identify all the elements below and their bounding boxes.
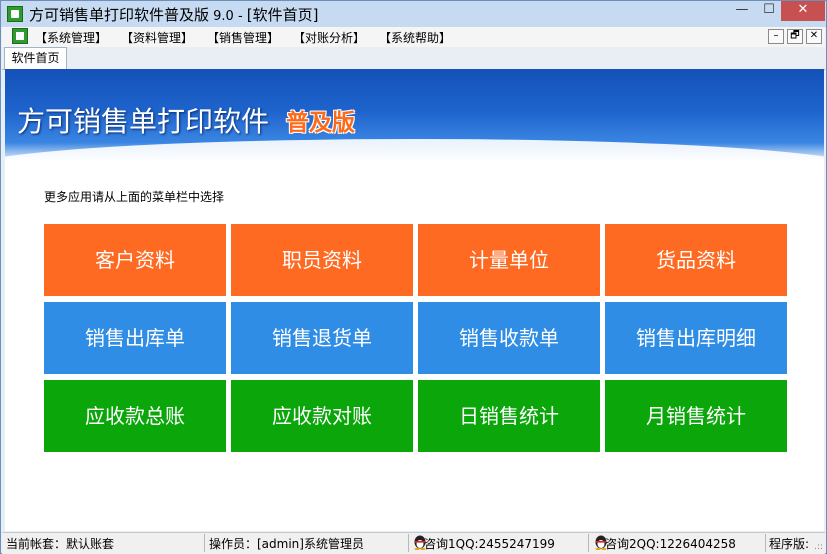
status-qq1[interactable]: 咨询1QQ:2455247199 — [424, 535, 555, 552]
banner: 方可销售单打印软件 普及版 — [5, 69, 824, 161]
menu-hint-text: 更多应用请从上面的菜单栏中选择 — [44, 190, 225, 204]
resize-grip-icon[interactable]: .:: — [814, 542, 823, 552]
minimize-button[interactable]: — — [729, 1, 755, 21]
mdi-close-button[interactable]: ✕ — [806, 29, 822, 44]
menu-sales-management[interactable]: 【销售管理】 — [207, 29, 279, 46]
tile-sales-return[interactable]: 销售退货单 — [231, 302, 413, 374]
tile-receivable-reconciliation[interactable]: 应收款对账 — [231, 380, 413, 452]
tile-goods-info[interactable]: 货品资料 — [605, 224, 787, 296]
window-doc-title: [软件首页] — [246, 6, 319, 24]
banner-edition: 普及版 — [286, 110, 355, 136]
status-divider — [204, 534, 205, 552]
mdi-minimize-button[interactable]: – — [768, 29, 784, 44]
status-bar: 当前帐套：默认账套 操作员：[admin]系统管理员 咨询1QQ:2455247… — [2, 532, 825, 554]
mdi-document-icon[interactable] — [12, 28, 28, 44]
title-bar[interactable]: 方可销售单打印软件普及版 9.0 - [软件首页] — ☐ ✕ — [1, 1, 826, 27]
window-version: 9.0 - — [209, 9, 247, 24]
tile-monthly-sales-stats[interactable]: 月销售统计 — [605, 380, 787, 452]
status-program-version: 程序版: — [769, 537, 810, 551]
banner-title: 方可销售单打印软件 — [17, 105, 270, 138]
tab-bar: 软件首页 — [2, 47, 825, 70]
window-title: 方可销售单打印软件普及版 9.0 - [软件首页] — [29, 4, 319, 25]
menu-bar: 【系统管理】 【资料管理】 【销售管理】 【对账分析】 【系统帮助】 – 🗗 ✕ — [2, 27, 825, 48]
tile-sales-receipt[interactable]: 销售收款单 — [418, 302, 600, 374]
maximize-button[interactable]: ☐ — [756, 1, 782, 21]
status-divider — [408, 534, 409, 552]
menu-data-management[interactable]: 【资料管理】 — [121, 29, 193, 46]
tile-customer-info[interactable]: 客户资料 — [44, 224, 226, 296]
tile-staff-info[interactable]: 职员资料 — [231, 224, 413, 296]
tile-receivable-ledger[interactable]: 应收款总账 — [44, 380, 226, 452]
status-divider — [588, 534, 589, 552]
status-qq2[interactable]: 咨询2QQ:1226404258 — [605, 535, 736, 552]
menu-system-management[interactable]: 【系统管理】 — [35, 29, 107, 46]
tile-daily-sales-stats[interactable]: 日销售统计 — [418, 380, 600, 452]
banner-curve-decoration — [5, 139, 824, 161]
tile-measurement-unit[interactable]: 计量单位 — [418, 224, 600, 296]
home-content: 方可销售单打印软件 普及版 更多应用请从上面的菜单栏中选择 客户资料 职员资料 … — [5, 69, 824, 531]
close-button[interactable]: ✕ — [781, 1, 825, 21]
menu-system-help[interactable]: 【系统帮助】 — [379, 29, 451, 46]
app-logo-icon — [7, 6, 23, 22]
tab-home[interactable]: 软件首页 — [4, 47, 67, 69]
tile-sales-outbound[interactable]: 销售出库单 — [44, 302, 226, 374]
status-account: 当前帐套：默认账套 — [6, 537, 115, 551]
mdi-restore-button[interactable]: 🗗 — [787, 29, 803, 44]
tile-sales-outbound-detail[interactable]: 销售出库明细 — [605, 302, 787, 374]
window-title-app: 方可销售单打印软件普及版 — [29, 6, 210, 24]
menu-reconciliation-analysis[interactable]: 【对账分析】 — [293, 29, 365, 46]
status-divider — [765, 534, 766, 552]
status-operator: 操作员：[admin]系统管理员 — [209, 537, 364, 551]
app-window: 方可销售单打印软件普及版 9.0 - [软件首页] — ☐ ✕ 【系统管理】 【… — [0, 0, 827, 554]
